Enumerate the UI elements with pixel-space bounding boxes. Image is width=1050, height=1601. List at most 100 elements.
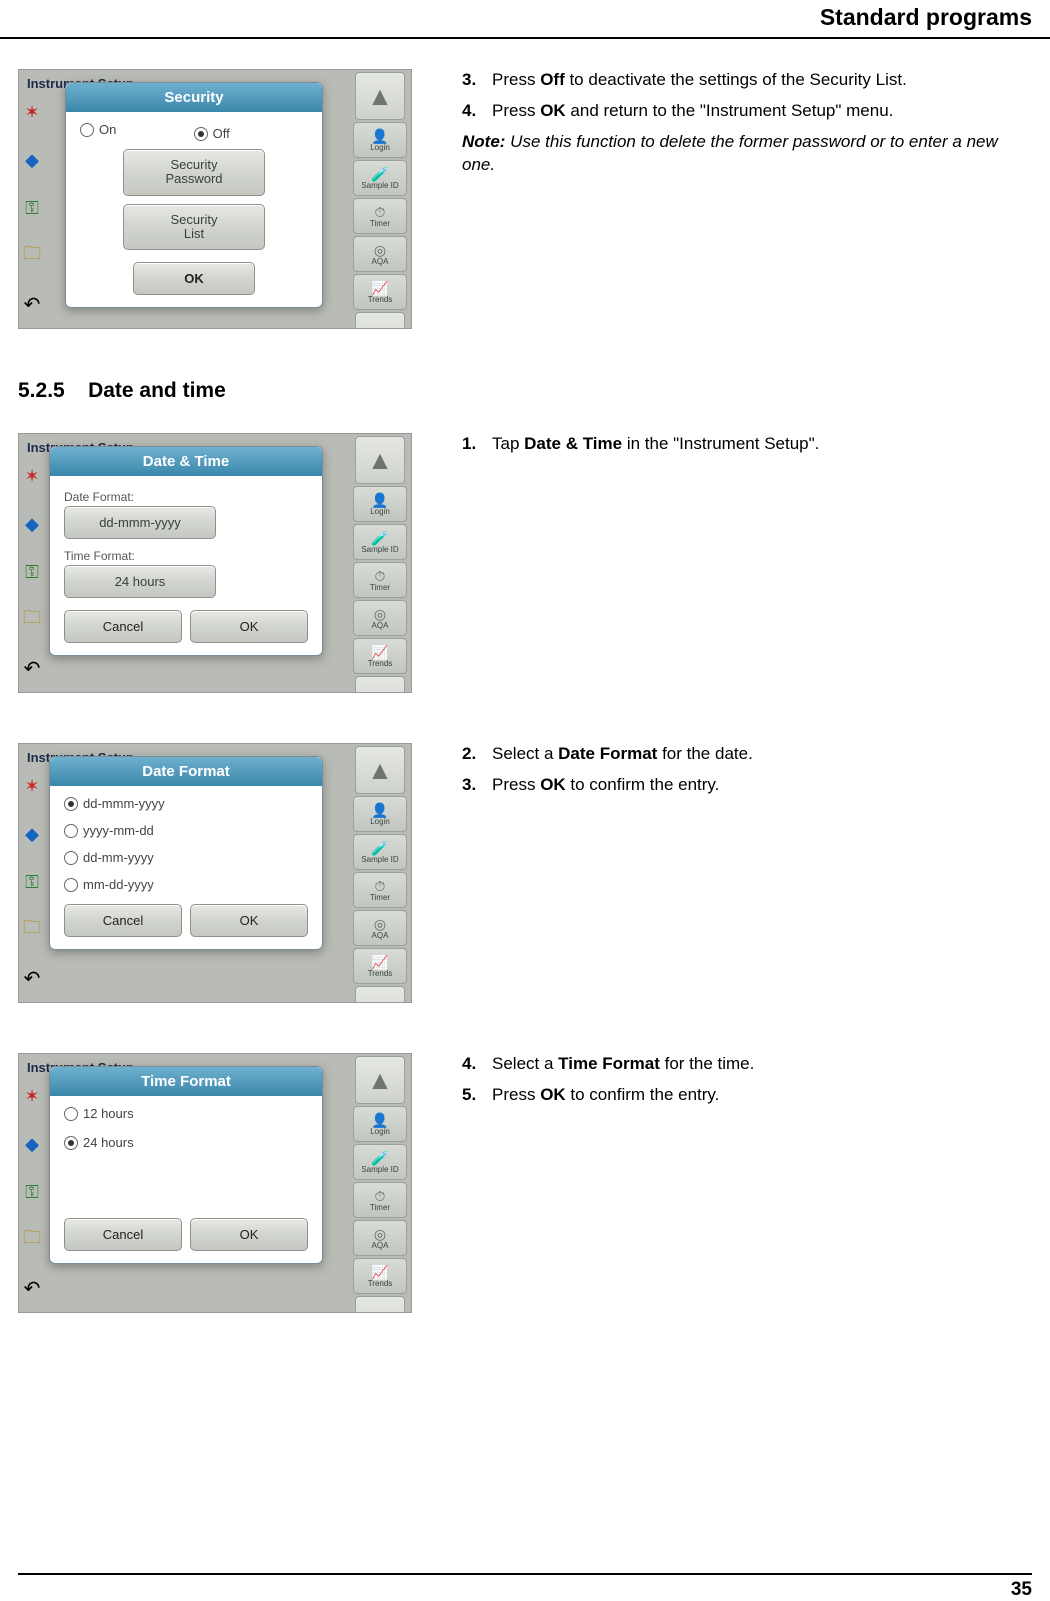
sample-id-button[interactable]: 🧪Sample ID (353, 524, 407, 560)
aqa-button[interactable]: ◎AQA (353, 600, 407, 636)
cancel-button[interactable]: Cancel (64, 610, 182, 643)
key-icon: ⚿ (19, 184, 45, 232)
person-icon: ✶ (19, 452, 45, 500)
aqa-label: AQA (372, 258, 389, 266)
scroll-down-button[interactable]: ▼ (355, 312, 405, 329)
step-2: 2.Select a Date Format for the date. (462, 743, 1032, 766)
back-icon: ↶ (19, 644, 45, 692)
right-toolbar: ▲ 👤Login 🧪Sample ID ⏱Timer ◎AQA 📈Trends … (351, 436, 409, 693)
time-format-button[interactable]: 24 hours (64, 565, 216, 598)
folder-icon: 🗀 (19, 232, 45, 280)
login-label: Login (370, 508, 390, 516)
dialog-title: Date & Time (50, 447, 322, 476)
page-header-title: Standard programs (0, 4, 1050, 39)
scroll-up-button[interactable]: ▲ (355, 1056, 405, 1104)
radio-mm-dd-yyyy[interactable]: mm-dd-yyyy (64, 877, 278, 892)
security-dialog: Security On Off Security Password Securi… (65, 82, 323, 308)
ok-button[interactable]: OK (190, 610, 308, 643)
folder-icon: 🗀 (19, 906, 45, 954)
radio-on[interactable]: On (80, 122, 116, 137)
timer-button[interactable]: ⏱Timer (353, 562, 407, 598)
person-icon: ✶ (19, 762, 45, 810)
person-icon: ✶ (19, 88, 45, 136)
scroll-down-button[interactable]: ▼ (355, 1296, 405, 1313)
left-icon-strip: ✶ ◆ ⚿ 🗀 ↶ (19, 1072, 45, 1312)
radio-off[interactable]: Off (194, 126, 230, 141)
scroll-up-button[interactable]: ▲ (355, 746, 405, 794)
right-toolbar: ▲ 👤Login 🧪Sample ID ⏱Timer ◎AQA 📈Trends … (351, 1056, 409, 1313)
aqa-button[interactable]: ◎AQA (353, 1220, 407, 1256)
login-button[interactable]: 👤Login (353, 796, 407, 832)
back-icon: ↶ (19, 1264, 45, 1312)
sample-icon: ◆ (19, 1120, 45, 1168)
opt2-label: yyyy-mm-dd (83, 823, 154, 838)
radio-yyyy-mm-dd[interactable]: yyyy-mm-dd (64, 823, 278, 838)
step-4: 4.Press OK and return to the "Instrument… (462, 100, 1032, 123)
step-5: 5.Press OK to confirm the entry. (462, 1084, 1032, 1107)
ok-button[interactable]: OK (190, 904, 308, 937)
opt3-label: dd-mm-yyyy (83, 850, 154, 865)
time-format-label: Time Format: (64, 549, 308, 563)
sample-icon: ◆ (19, 500, 45, 548)
sample-icon: ◆ (19, 136, 45, 184)
left-icon-strip: ✶ ◆ ⚿ 🗀 ↶ (19, 762, 45, 1002)
trends-button[interactable]: 📈Trends (353, 274, 407, 310)
trends-label: Trends (368, 1280, 393, 1288)
login-button[interactable]: 👤Login (353, 1106, 407, 1142)
screenshot-security: Instrument Setup ✶ ◆ ⚿ 🗀 ↶ t ▲ 👤Login 🧪S… (18, 69, 412, 329)
timer-button[interactable]: ⏱Timer (353, 198, 407, 234)
time-format-dialog: Time Format 12 hours 24 hours Cancel OK (49, 1066, 323, 1264)
step-3: 3.Press Off to deactivate the settings o… (462, 69, 1032, 92)
key-icon: ⚿ (19, 1168, 45, 1216)
scroll-down-button[interactable]: ▼ (355, 986, 405, 1003)
step-3b: 3.Press OK to confirm the entry. (462, 774, 1032, 797)
sample-id-button[interactable]: 🧪Sample ID (353, 834, 407, 870)
trends-button[interactable]: 📈Trends (353, 638, 407, 674)
radio-12-hours[interactable]: 12 hours (64, 1106, 278, 1121)
scroll-up-button[interactable]: ▲ (355, 436, 405, 484)
sample-icon: ◆ (19, 810, 45, 858)
opt2-label: 24 hours (83, 1135, 134, 1150)
radio-on-label: On (99, 122, 116, 137)
screenshot-time-format: Instrument Setup ✶ ◆ ⚿ 🗀 ↶ t ▲ 👤Login 🧪S… (18, 1053, 412, 1313)
date-format-dialog: Date Format dd-mmm-yyyy yyyy-mm-dd dd-mm… (49, 756, 323, 950)
folder-icon: 🗀 (19, 596, 45, 644)
cancel-button[interactable]: Cancel (64, 1218, 182, 1251)
back-icon: ↶ (19, 280, 45, 328)
cancel-button[interactable]: Cancel (64, 904, 182, 937)
aqa-button[interactable]: ◎AQA (353, 236, 407, 272)
login-button[interactable]: 👤Login (353, 122, 407, 158)
date-time-dialog: Date & Time Date Format: dd-mmm-yyyy Tim… (49, 446, 323, 656)
sample-id-label: Sample ID (361, 856, 398, 864)
timer-button[interactable]: ⏱Timer (353, 1182, 407, 1218)
person-icon: ✶ (19, 1072, 45, 1120)
trends-button[interactable]: 📈Trends (353, 1258, 407, 1294)
trends-label: Trends (368, 660, 393, 668)
scroll-up-button[interactable]: ▲ (355, 72, 405, 120)
security-password-button[interactable]: Security Password (123, 149, 265, 196)
left-icon-strip: ✶ ◆ ⚿ 🗀 ↶ (19, 88, 45, 328)
scroll-down-button[interactable]: ▼ (355, 676, 405, 693)
radio-24-hours[interactable]: 24 hours (64, 1135, 278, 1150)
key-icon: ⚿ (19, 858, 45, 906)
timer-label: Timer (370, 584, 390, 592)
section-heading: 5.2.5 Date and time (18, 379, 1032, 403)
sample-id-button[interactable]: 🧪Sample ID (353, 160, 407, 196)
aqa-label: AQA (372, 622, 389, 630)
sample-id-button[interactable]: 🧪Sample ID (353, 1144, 407, 1180)
timer-label: Timer (370, 220, 390, 228)
security-list-button[interactable]: Security List (123, 204, 265, 251)
sample-id-label: Sample ID (361, 546, 398, 554)
date-format-button[interactable]: dd-mmm-yyyy (64, 506, 216, 539)
trends-button[interactable]: 📈Trends (353, 948, 407, 984)
ok-button[interactable]: OK (190, 1218, 308, 1251)
timer-button[interactable]: ⏱Timer (353, 872, 407, 908)
key-icon: ⚿ (19, 548, 45, 596)
right-toolbar: ▲ 👤Login 🧪Sample ID ⏱Timer ◎AQA 📈Trends … (351, 72, 409, 329)
login-label: Login (370, 1128, 390, 1136)
radio-dd-mmm-yyyy[interactable]: dd-mmm-yyyy (64, 796, 278, 811)
aqa-button[interactable]: ◎AQA (353, 910, 407, 946)
radio-dd-mm-yyyy[interactable]: dd-mm-yyyy (64, 850, 278, 865)
ok-button[interactable]: OK (133, 262, 255, 295)
login-button[interactable]: 👤Login (353, 486, 407, 522)
